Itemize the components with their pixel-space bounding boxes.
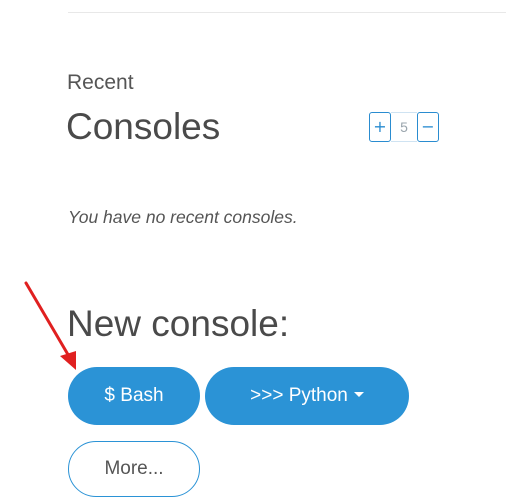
- python-button-label: >>> Python: [250, 385, 348, 406]
- no-recent-consoles-message: You have no recent consoles.: [68, 207, 298, 227]
- bash-console-button[interactable]: $ Bash: [68, 367, 200, 425]
- bash-button-label: $ Bash: [104, 385, 164, 406]
- console-count-value: 5: [391, 112, 417, 142]
- decrease-button[interactable]: −: [417, 112, 439, 142]
- new-console-title: New console:: [67, 303, 290, 344]
- caret-down-icon: [353, 392, 364, 398]
- increase-button[interactable]: +: [369, 112, 391, 142]
- top-divider: [68, 12, 506, 13]
- more-consoles-button[interactable]: More...: [68, 441, 200, 497]
- more-button-label: More...: [104, 458, 164, 479]
- python-console-button[interactable]: >>> Python: [205, 367, 409, 425]
- consoles-title: Consoles: [66, 106, 221, 147]
- recent-subtitle: Recent: [67, 71, 134, 94]
- console-count-stepper: + 5 −: [369, 112, 439, 142]
